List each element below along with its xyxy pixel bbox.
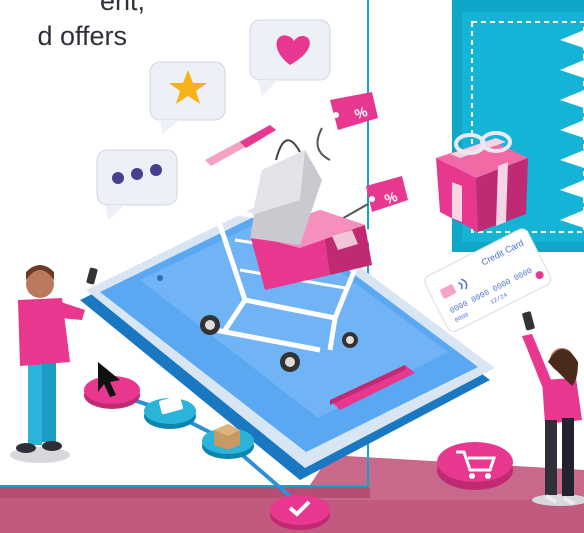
person-man xyxy=(10,265,98,463)
price-tag-2: % xyxy=(339,176,408,221)
ecommerce-illustration: % % Credit Card 0000 0000 0000 0000 0000… xyxy=(0,0,584,533)
cart-badge xyxy=(437,442,513,490)
chat-bubble-star xyxy=(149,61,226,134)
chat-bubble-dots xyxy=(96,149,178,220)
chat-bubble-heart xyxy=(249,19,331,96)
illustration-stage: ent, d offers % % Credit Card 0000 0000 … xyxy=(0,0,584,533)
floating-bar xyxy=(205,125,276,166)
dots-icon xyxy=(112,172,124,184)
